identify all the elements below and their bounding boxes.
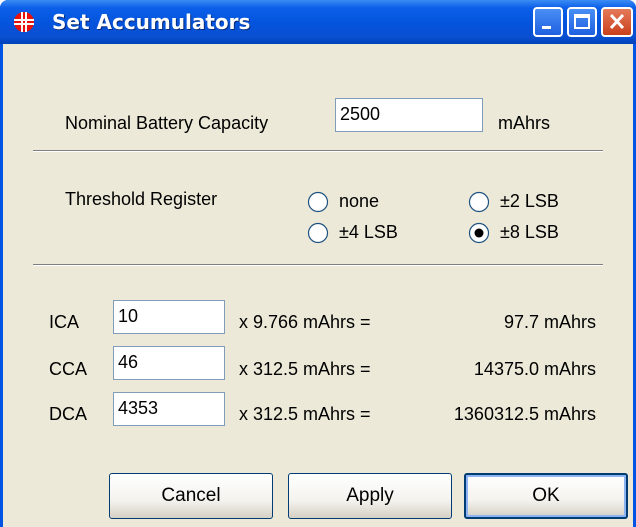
- separator-middle: [33, 264, 603, 266]
- maximize-icon: [574, 14, 590, 29]
- apply-button[interactable]: Apply: [288, 473, 452, 519]
- ok-button[interactable]: OK: [464, 473, 628, 519]
- minimize-button[interactable]: [533, 7, 563, 37]
- capacity-unit: mAhrs: [498, 113, 551, 133]
- radio-8lsb[interactable]: [468, 222, 490, 244]
- dca-label: DCA: [49, 404, 88, 424]
- dca-input[interactable]: 4353: [113, 392, 225, 426]
- maximize-button[interactable]: [567, 7, 597, 37]
- radio-2lsb-label: ±2 LSB: [500, 191, 559, 211]
- threshold-label: Threshold Register: [65, 189, 218, 209]
- cancel-button[interactable]: Cancel: [109, 473, 273, 519]
- cca-input[interactable]: 46: [113, 346, 225, 380]
- dialog-body: Nominal Battery Capacity 2500 mAhrs Thre…: [3, 44, 633, 527]
- radio-8lsb-label: ±8 LSB: [500, 222, 559, 242]
- title-bar[interactable]: Set Accumulators: [0, 0, 636, 44]
- close-icon: [609, 13, 625, 30]
- radio-8lsb-selected-dot: [474, 228, 484, 238]
- ica-multiplier: x 9.766 mAhrs =: [239, 312, 371, 332]
- cca-multiplier: x 312.5 mAhrs =: [239, 359, 371, 379]
- ica-input[interactable]: 10: [113, 300, 225, 334]
- capacity-input[interactable]: 2500: [335, 98, 483, 132]
- separator-top: [33, 150, 603, 152]
- close-button[interactable]: [601, 7, 633, 37]
- dca-multiplier: x 312.5 mAhrs =: [239, 404, 371, 424]
- ica-result: 97.7 mAhrs: [503, 312, 596, 332]
- battery-app-icon: [14, 12, 34, 32]
- dca-result: 1360312.5 mAhrs: [453, 404, 596, 424]
- minimize-icon: [542, 26, 551, 29]
- window-title: Set Accumulators: [52, 10, 251, 34]
- dialog-window: Set Accumulators Nominal Battery Capacit…: [0, 0, 636, 527]
- ica-label: ICA: [49, 312, 80, 332]
- cca-label: CCA: [49, 359, 88, 379]
- capacity-label: Nominal Battery Capacity: [65, 113, 269, 133]
- radio-2lsb[interactable]: [468, 191, 490, 213]
- radio-none[interactable]: [307, 191, 329, 213]
- radio-4lsb[interactable]: [307, 222, 329, 244]
- radio-4lsb-label: ±4 LSB: [339, 222, 398, 242]
- cca-result: 14375.0 mAhrs: [473, 359, 596, 379]
- radio-none-label: none: [339, 191, 380, 211]
